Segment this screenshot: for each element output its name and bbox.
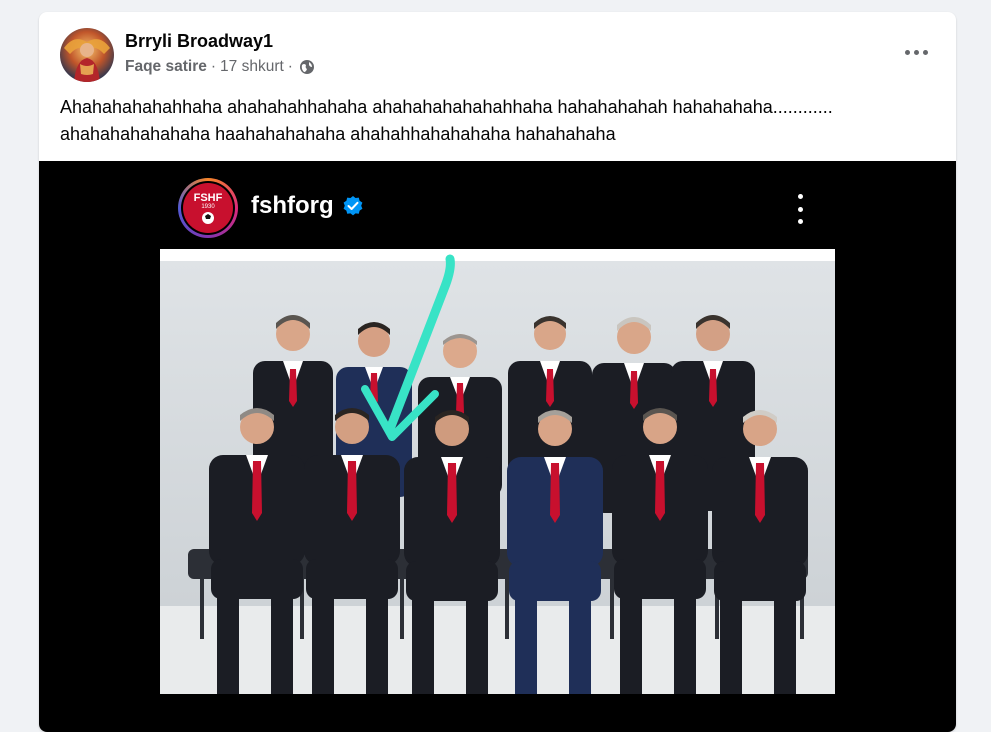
author-avatar[interactable] <box>60 28 114 82</box>
post-date[interactable]: 17 shkurt <box>220 58 284 76</box>
author-name[interactable]: Brryli Broadway1 <box>125 31 273 52</box>
page-type-label[interactable]: Faqe satire <box>125 58 207 76</box>
globe-icon <box>299 59 315 75</box>
post-meta: Faqe satire · 17 shkurt · <box>125 58 315 76</box>
football-icon <box>202 212 214 224</box>
verified-badge-icon <box>343 196 363 216</box>
fshf-logo[interactable]: FSHF 1930 <box>178 178 238 238</box>
embedded-account-name[interactable]: fshforg <box>251 192 334 220</box>
embedded-account: fshforg <box>251 192 364 220</box>
meta-separator-2: · <box>287 58 293 75</box>
facebook-post: Brryli Broadway1 Faqe satire · 17 shkurt… <box>39 12 956 732</box>
more-options-icon[interactable] <box>898 38 934 66</box>
post-text-line-2: ahahahahahahaha haahahahahaha ahahahhaha… <box>60 124 616 144</box>
meta-separator: · <box>210 58 217 75</box>
fshf-badge-text: FSHF <box>193 192 223 204</box>
group-photo <box>160 249 835 694</box>
fshf-badge: FSHF 1930 <box>183 183 233 233</box>
post-media[interactable]: FSHF 1930 fshforg <box>39 161 956 732</box>
vertical-more-icon[interactable] <box>795 194 805 224</box>
post-text-line-1: Ahahahahahahhaha ahahahahhahaha ahahahah… <box>60 97 833 117</box>
post-text: Ahahahahahahhaha ahahahahhahaha ahahahah… <box>60 94 940 148</box>
group-photo-image <box>160 249 835 694</box>
avatar-image <box>60 28 114 82</box>
